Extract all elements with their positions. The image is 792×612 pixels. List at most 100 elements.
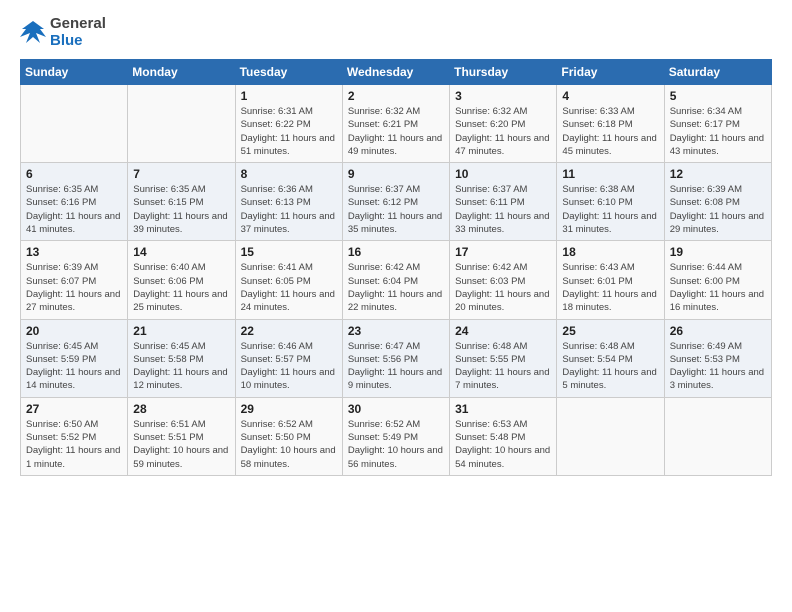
day-info: Sunrise: 6:47 AM Sunset: 5:56 PM Dayligh… [348,340,444,393]
calendar-cell: 31 Sunrise: 6:53 AM Sunset: 5:48 PM Dayli… [450,397,557,475]
calendar-cell: 6Sunrise: 6:35 AM Sunset: 6:16 PM Daylig… [21,163,128,241]
calendar-table: SundayMondayTuesdayWednesdayThursdayFrid… [20,59,772,476]
day-info: Sunrise: 6:31 AM Sunset: 6:22 PM Dayligh… [241,105,337,158]
day-info: Sunrise: 6:43 AM Sunset: 6:01 PM Dayligh… [562,261,658,314]
day-number: 30 [348,402,444,416]
calendar-week-2: 6Sunrise: 6:35 AM Sunset: 6:16 PM Daylig… [21,163,772,241]
day-info: Sunrise: 6:50 AM Sunset: 5:52 PM Dayligh… [26,418,122,471]
day-info: Sunrise: 6:44 AM Sunset: 6:00 PM Dayligh… [670,261,766,314]
calendar-week-5: 27 Sunrise: 6:50 AM Sunset: 5:52 PM Dayli… [21,397,772,475]
day-number: 8 [241,167,337,181]
logo: General Blue [20,16,106,49]
calendar-cell: 11 Sunrise: 6:38 AM Sunset: 6:10 PM Dayli… [557,163,664,241]
day-number: 27 [26,402,122,416]
day-number: 20 [26,324,122,338]
day-number: 1 [241,89,337,103]
day-info: Sunrise: 6:35 AM Sunset: 6:16 PM Dayligh… [26,183,122,236]
logo-bird-icon [20,19,46,47]
day-number: 9 [348,167,444,181]
logo-text-block: General Blue [50,16,106,49]
day-info: Sunrise: 6:37 AM Sunset: 6:12 PM Dayligh… [348,183,444,236]
day-info: Sunrise: 6:38 AM Sunset: 6:10 PM Dayligh… [562,183,658,236]
col-header-thursday: Thursday [450,60,557,85]
day-info: Sunrise: 6:33 AM Sunset: 6:18 PM Dayligh… [562,105,658,158]
day-info: Sunrise: 6:35 AM Sunset: 6:15 PM Dayligh… [133,183,229,236]
calendar-cell: 10Sunrise: 6:37 AM Sunset: 6:11 PM Dayli… [450,163,557,241]
col-header-friday: Friday [557,60,664,85]
calendar-header-row: SundayMondayTuesdayWednesdayThursdayFrid… [21,60,772,85]
day-info: Sunrise: 6:39 AM Sunset: 6:07 PM Dayligh… [26,261,122,314]
calendar-cell: 23 Sunrise: 6:47 AM Sunset: 5:56 PM Dayli… [342,319,449,397]
day-info: Sunrise: 6:37 AM Sunset: 6:11 PM Dayligh… [455,183,551,236]
calendar-cell: 2 Sunrise: 6:32 AM Sunset: 6:21 PM Daylig… [342,85,449,163]
day-number: 17 [455,245,551,259]
day-info: Sunrise: 6:36 AM Sunset: 6:13 PM Dayligh… [241,183,337,236]
calendar-cell: 22Sunrise: 6:46 AM Sunset: 5:57 PM Dayli… [235,319,342,397]
day-info: Sunrise: 6:52 AM Sunset: 5:50 PM Dayligh… [241,418,337,471]
day-info: Sunrise: 6:32 AM Sunset: 6:21 PM Dayligh… [348,105,444,158]
day-number: 18 [562,245,658,259]
col-header-monday: Monday [128,60,235,85]
calendar-cell: 14Sunrise: 6:40 AM Sunset: 6:06 PM Dayli… [128,241,235,319]
calendar-cell [128,85,235,163]
calendar-cell: 9 Sunrise: 6:37 AM Sunset: 6:12 PM Daylig… [342,163,449,241]
calendar-week-3: 13 Sunrise: 6:39 AM Sunset: 6:07 PM Dayli… [21,241,772,319]
day-number: 25 [562,324,658,338]
day-number: 26 [670,324,766,338]
day-number: 28 [133,402,229,416]
day-info: Sunrise: 6:53 AM Sunset: 5:48 PM Dayligh… [455,418,551,471]
calendar-cell: 1 Sunrise: 6:31 AM Sunset: 6:22 PM Daylig… [235,85,342,163]
day-number: 13 [26,245,122,259]
calendar-cell: 8 Sunrise: 6:36 AM Sunset: 6:13 PM Daylig… [235,163,342,241]
calendar-cell: 15 Sunrise: 6:41 AM Sunset: 6:05 PM Dayli… [235,241,342,319]
day-info: Sunrise: 6:34 AM Sunset: 6:17 PM Dayligh… [670,105,766,158]
logo-general: General [50,16,106,33]
day-number: 24 [455,324,551,338]
logo-blue: Blue [50,33,106,50]
day-number: 12 [670,167,766,181]
day-number: 14 [133,245,229,259]
calendar-cell: 28 Sunrise: 6:51 AM Sunset: 5:51 PM Dayli… [128,397,235,475]
calendar-cell [557,397,664,475]
calendar-cell: 27 Sunrise: 6:50 AM Sunset: 5:52 PM Dayli… [21,397,128,475]
day-number: 21 [133,324,229,338]
calendar-page: General Blue SundayMondayTuesdayWednesda… [0,0,792,612]
day-number: 15 [241,245,337,259]
day-info: Sunrise: 6:46 AM Sunset: 5:57 PM Dayligh… [241,340,337,393]
day-number: 19 [670,245,766,259]
day-number: 16 [348,245,444,259]
calendar-cell: 26 Sunrise: 6:49 AM Sunset: 5:53 PM Dayli… [664,319,771,397]
day-info: Sunrise: 6:51 AM Sunset: 5:51 PM Dayligh… [133,418,229,471]
calendar-cell: 30Sunrise: 6:52 AM Sunset: 5:49 PM Dayli… [342,397,449,475]
header: General Blue [20,16,772,49]
calendar-cell: 19 Sunrise: 6:44 AM Sunset: 6:00 PM Dayli… [664,241,771,319]
calendar-cell: 13 Sunrise: 6:39 AM Sunset: 6:07 PM Dayli… [21,241,128,319]
day-info: Sunrise: 6:42 AM Sunset: 6:03 PM Dayligh… [455,261,551,314]
calendar-cell: 24Sunrise: 6:48 AM Sunset: 5:55 PM Dayli… [450,319,557,397]
calendar-cell: 17 Sunrise: 6:42 AM Sunset: 6:03 PM Dayli… [450,241,557,319]
calendar-cell: 4Sunrise: 6:33 AM Sunset: 6:18 PM Daylig… [557,85,664,163]
day-number: 23 [348,324,444,338]
day-info: Sunrise: 6:45 AM Sunset: 5:58 PM Dayligh… [133,340,229,393]
day-number: 7 [133,167,229,181]
day-info: Sunrise: 6:41 AM Sunset: 6:05 PM Dayligh… [241,261,337,314]
calendar-cell: 29 Sunrise: 6:52 AM Sunset: 5:50 PM Dayli… [235,397,342,475]
day-number: 11 [562,167,658,181]
day-info: Sunrise: 6:39 AM Sunset: 6:08 PM Dayligh… [670,183,766,236]
day-info: Sunrise: 6:49 AM Sunset: 5:53 PM Dayligh… [670,340,766,393]
logo-container: General Blue [20,16,106,49]
calendar-cell [664,397,771,475]
day-number: 29 [241,402,337,416]
col-header-saturday: Saturday [664,60,771,85]
calendar-week-4: 20Sunrise: 6:45 AM Sunset: 5:59 PM Dayli… [21,319,772,397]
day-number: 31 [455,402,551,416]
day-number: 2 [348,89,444,103]
calendar-cell: 3Sunrise: 6:32 AM Sunset: 6:20 PM Daylig… [450,85,557,163]
calendar-week-1: 1 Sunrise: 6:31 AM Sunset: 6:22 PM Daylig… [21,85,772,163]
day-info: Sunrise: 6:32 AM Sunset: 6:20 PM Dayligh… [455,105,551,158]
calendar-cell: 5 Sunrise: 6:34 AM Sunset: 6:17 PM Daylig… [664,85,771,163]
calendar-cell: 7 Sunrise: 6:35 AM Sunset: 6:15 PM Daylig… [128,163,235,241]
calendar-cell [21,85,128,163]
calendar-cell: 21 Sunrise: 6:45 AM Sunset: 5:58 PM Dayli… [128,319,235,397]
day-number: 5 [670,89,766,103]
